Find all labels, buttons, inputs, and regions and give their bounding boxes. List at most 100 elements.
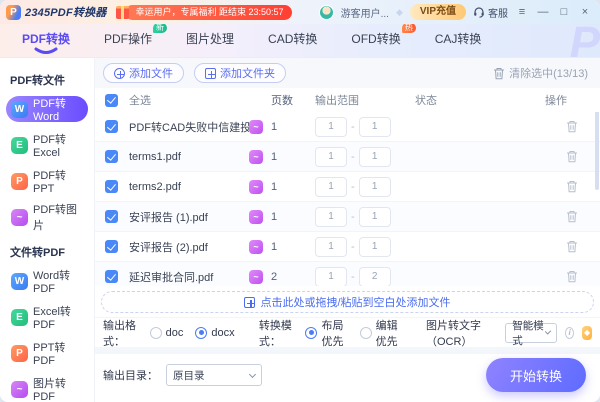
table-row[interactable]: 安评报告 (2).pdf ~ 1 - (95, 232, 600, 262)
avatar[interactable] (319, 5, 334, 20)
row-checkbox[interactable] (105, 270, 118, 283)
radio-doc[interactable] (150, 327, 162, 339)
dropzone[interactable]: 点击此处或拖拽/粘贴到空白处添加文件 (101, 291, 594, 313)
tab-label: PDF操作 (104, 32, 152, 46)
username[interactable]: 游客用户... (341, 5, 389, 20)
mode-option-edit[interactable]: 编辑优先 (360, 317, 402, 349)
image-icon: ~ (11, 209, 28, 226)
format-option-docx[interactable]: docx (195, 327, 234, 339)
row-checkbox[interactable] (105, 180, 118, 193)
promo-banner[interactable]: 幸运用户，专属福利 距结束 23:50:57 (116, 5, 291, 20)
delete-file-icon[interactable] (566, 240, 578, 253)
minimize-button[interactable]: — (536, 6, 550, 18)
main-panel: 添加文件 添加文件夹 清除选中(13/13) 全选 页数 输出范围 状态 操作 (95, 58, 600, 402)
table-row[interactable]: terms1.pdf ~ 1 - (95, 142, 600, 172)
select-all-checkbox[interactable] (105, 94, 118, 107)
table-row[interactable]: 延迟审批合同.pdf ~ 2 - (95, 262, 600, 286)
table-row[interactable]: terms2.pdf ~ 1 - (95, 172, 600, 202)
sidebar-item-word-to-pdf[interactable]: W Word转PDF (6, 268, 88, 294)
range-to-input[interactable] (359, 207, 391, 227)
start-convert-button[interactable]: 开始转换 (486, 358, 586, 392)
radio-layout-priority[interactable] (305, 327, 317, 339)
tab-cad-convert[interactable]: CAD转换 (266, 28, 319, 53)
file-toolbar: 添加文件 添加文件夹 清除选中(13/13) (95, 58, 600, 88)
tab-pdf-convert[interactable]: PDF转换 (20, 28, 72, 53)
clear-selected-button[interactable]: 清除选中(13/13) (493, 65, 588, 81)
sidebar-item-pdf-to-image[interactable]: ~ PDF转图片 (6, 204, 88, 230)
sidebar-section-file-to-pdf: 文件转PDF (10, 244, 88, 260)
row-checkbox[interactable] (105, 210, 118, 223)
scrollbar-thumb[interactable] (595, 112, 599, 190)
range-to-input[interactable] (359, 177, 391, 197)
tab-caj-convert[interactable]: CAJ转换 (433, 28, 484, 53)
plus-circle-icon (114, 68, 125, 79)
file-name: PDF转CAD失败中信建投... (129, 119, 249, 135)
range-from-input[interactable] (315, 207, 347, 227)
settings-bar: 输出格式： doc docx 转换模式： 布局优先 编辑优先 (95, 317, 600, 347)
table-row[interactable]: PDF转CAD失败中信建投... ~ 1 - (95, 112, 600, 142)
customer-service-button[interactable]: 客服 (473, 5, 508, 20)
file-list: PDF转CAD失败中信建投... ~ 1 - terms1.pdf ~ 1 (95, 112, 600, 286)
sidebar-item-pdf-to-ppt[interactable]: P PDF转PPT (6, 168, 88, 194)
delete-file-icon[interactable] (566, 210, 578, 223)
delete-file-icon[interactable] (566, 270, 578, 283)
range-to-input[interactable] (359, 267, 391, 287)
radio-edit-priority[interactable] (360, 327, 372, 339)
sidebar-item-ppt-to-pdf[interactable]: P PPT转PDF (6, 340, 88, 366)
radio-docx[interactable] (195, 327, 207, 339)
header-select-all: 全选 (129, 92, 249, 108)
hot-badge: 热 (402, 24, 416, 33)
pdf-file-icon: ~ (249, 150, 263, 164)
headset-icon (473, 6, 485, 18)
tab-image-process[interactable]: 图片处理 (184, 28, 236, 53)
menu-icon[interactable]: ≡ (515, 6, 529, 18)
info-icon[interactable]: i (565, 327, 574, 339)
row-checkbox[interactable] (105, 120, 118, 133)
delete-file-icon[interactable] (566, 150, 578, 163)
sidebar-item-excel-to-pdf[interactable]: E Excel转PDF (6, 304, 88, 330)
range-from-input[interactable] (315, 147, 347, 167)
app-title: 2345PDF转换器 (25, 4, 106, 20)
tab-pdf-operate[interactable]: PDF操作 新 (102, 28, 154, 53)
excel-icon: E (11, 309, 28, 326)
row-checkbox[interactable] (105, 240, 118, 253)
table-row[interactable]: 安评报告 (1).pdf ~ 1 - (95, 202, 600, 232)
word-icon: W (11, 101, 28, 118)
row-checkbox[interactable] (105, 150, 118, 163)
close-button[interactable]: × (578, 6, 592, 18)
new-badge: 新 (153, 24, 167, 33)
range-to-input[interactable] (359, 117, 391, 137)
range-to-input[interactable] (359, 237, 391, 257)
trash-icon (493, 67, 505, 80)
sidebar-item-pdf-to-word[interactable]: W PDF转Word (6, 96, 88, 122)
add-folder-button[interactable]: 添加文件夹 (194, 63, 286, 83)
output-dir-select[interactable]: 原目录 (166, 364, 262, 386)
range-from-input[interactable] (315, 237, 347, 257)
radio-doc-label: doc (166, 327, 184, 339)
output-dir-value: 原目录 (173, 368, 205, 383)
range-to-input[interactable] (359, 147, 391, 167)
pdf-file-icon: ~ (249, 180, 263, 194)
ppt-icon: P (11, 173, 28, 190)
range-from-input[interactable] (315, 177, 347, 197)
sidebar-item-pdf-to-excel[interactable]: E PDF转Excel (6, 132, 88, 158)
range-from-input[interactable] (315, 267, 347, 287)
range-from-input[interactable] (315, 117, 347, 137)
add-file-button[interactable]: 添加文件 (103, 63, 184, 83)
mode-option-layout[interactable]: 布局优先 (305, 317, 347, 349)
tab-label: 图片处理 (186, 32, 234, 46)
add-folder-label: 添加文件夹 (220, 65, 275, 81)
sidebar-item-label: 图片转PDF (33, 375, 83, 402)
header-action: 操作 (520, 92, 592, 108)
ocr-mode-select[interactable]: 智能模式 (505, 323, 557, 343)
sidebar-item-image-to-pdf[interactable]: ~ 图片转PDF (6, 376, 88, 402)
delete-file-icon[interactable] (566, 180, 578, 193)
sidebar-item-label: Word转PDF (33, 267, 83, 295)
page-count: 1 (271, 241, 315, 253)
delete-file-icon[interactable] (566, 120, 578, 133)
maximize-button[interactable]: □ (557, 6, 571, 18)
page-count: 1 (271, 121, 315, 133)
format-option-doc[interactable]: doc (150, 327, 184, 339)
tab-ofd-convert[interactable]: OFD转换 热 (349, 28, 402, 53)
vip-recharge-button[interactable]: VIP充值 (410, 4, 466, 20)
